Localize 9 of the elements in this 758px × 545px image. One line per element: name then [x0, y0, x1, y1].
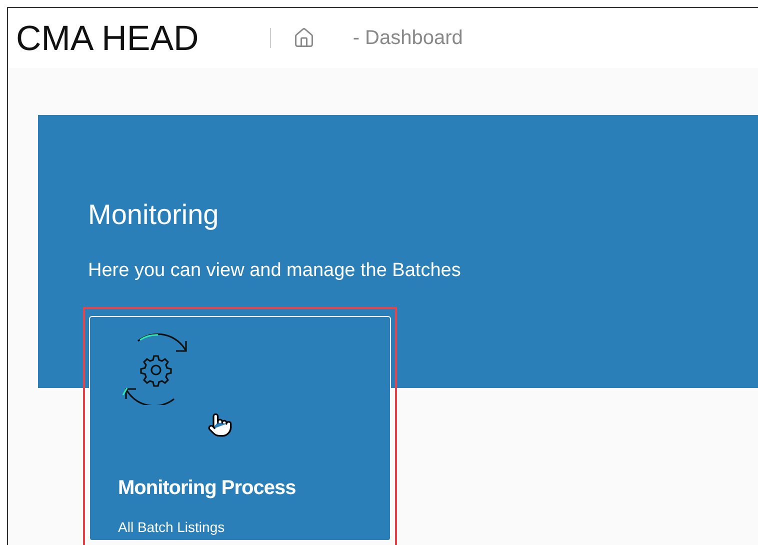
card-subtitle: All Batch Listings: [118, 518, 226, 537]
banner-subtitle: Here you can view and manage the Batches: [88, 259, 462, 283]
app-title: CMA HEAD: [16, 20, 199, 56]
monitoring-card[interactable]: Monitoring Process All Batch Listings: [89, 316, 391, 541]
pointer-icon: [207, 412, 233, 438]
card-title: Monitoring Process: [118, 476, 297, 501]
banner-title: Monitoring: [88, 201, 220, 229]
home-icon[interactable]: [292, 27, 315, 49]
breadcrumb: - Dashboard: [352, 26, 463, 51]
